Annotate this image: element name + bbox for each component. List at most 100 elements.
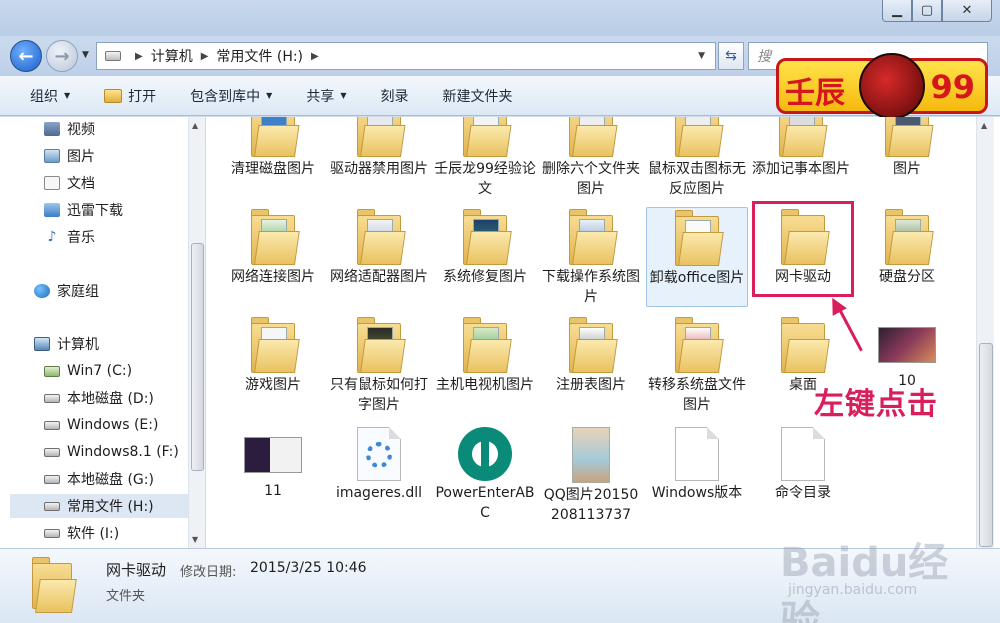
image-thumbnail	[878, 327, 936, 363]
file-name: 图片	[893, 161, 921, 177]
sidebar-item-videos[interactable]: 视频	[0, 117, 188, 141]
refresh-icon: ⇆	[725, 48, 737, 64]
sidebar-item-pictures[interactable]: 图片	[0, 144, 188, 168]
address-dropdown-icon[interactable]: ▼	[698, 51, 705, 61]
file-item[interactable]: PowerEnterABC	[434, 427, 536, 523]
chevron-right-icon[interactable]: ▶	[311, 51, 319, 62]
file-list: 清理磁盘图片 驱动器禁用图片 壬辰龙99经验论文 删除六个文件夹图片 鼠标双击图…	[206, 117, 1000, 548]
sidebar-item-label: 本地磁盘 (D:)	[67, 391, 154, 407]
address-bar[interactable]: ▶ 计算机 ▶ 常用文件 (H:) ▶ ▼	[96, 42, 716, 70]
documents-icon	[44, 176, 60, 190]
file-item[interactable]: 删除六个文件夹图片	[540, 117, 642, 199]
file-item[interactable]: 清理磁盘图片	[222, 117, 324, 179]
title-bar: ▁ ▢ ✕	[0, 0, 1000, 36]
file-item[interactable]: 驱动器禁用图片	[328, 117, 430, 179]
sidebar-item-thunder-download[interactable]: 迅雷下载	[0, 198, 188, 222]
sidebar-scrollbar[interactable]: ▲ ▼	[188, 117, 205, 548]
dragon-emblem-icon	[859, 53, 925, 119]
scroll-up-icon[interactable]: ▲	[192, 121, 198, 130]
sidebar-item-drive-c[interactable]: Win7 (C:)	[0, 359, 188, 383]
file-item[interactable]: 系统修复图片	[434, 209, 536, 287]
recent-pages-dropdown[interactable]: ▼	[82, 50, 89, 60]
brand-logo: 壬辰 99	[776, 53, 988, 119]
file-item[interactable]: 下载操作系统图片	[540, 209, 642, 307]
file-item[interactable]: 转移系统盘文件图片	[646, 317, 748, 415]
close-button[interactable]: ✕	[942, 0, 992, 22]
file-item[interactable]: QQ图片20150208113737	[540, 427, 642, 525]
file-item[interactable]: 网络连接图片	[222, 209, 324, 287]
file-item[interactable]: Windows版本	[646, 427, 748, 503]
folder-icon	[251, 317, 300, 373]
blank-file-icon	[781, 427, 825, 481]
include-library-button[interactable]: 包含到库中 ▼	[190, 86, 272, 106]
file-item[interactable]: 注册表图片	[540, 317, 642, 395]
sidebar-item-label: 家庭组	[57, 284, 99, 300]
caret-down-icon: ▼	[266, 91, 273, 100]
sidebar-item-music[interactable]: ♪ 音乐	[0, 225, 188, 249]
file-item[interactable]: imageres.dll	[328, 427, 430, 503]
window-controls: ▁ ▢ ✕	[882, 0, 992, 22]
selected-item-type: 文件夹	[106, 589, 146, 604]
annotation-left-click: 左键点击	[814, 387, 938, 422]
agricultural-bank-icon	[458, 427, 512, 481]
file-item[interactable]: 添加记事本图片	[750, 117, 852, 179]
sidebar-item-drive-g[interactable]: 本地磁盘 (G:)	[0, 467, 188, 491]
file-item[interactable]: 图片	[856, 117, 958, 179]
folder-icon	[463, 317, 512, 373]
forward-button[interactable]: →	[46, 40, 78, 72]
organize-label: 组织	[30, 88, 58, 105]
sidebar-item-label: Windows8.1 (F:)	[67, 444, 179, 460]
chevron-right-icon[interactable]: ▶	[201, 51, 209, 62]
video-icon	[44, 122, 60, 136]
file-item[interactable]: 网络适配器图片	[328, 209, 430, 287]
sidebar-item-drive-f[interactable]: Windows8.1 (F:)	[0, 440, 188, 464]
file-item[interactable]: 硬盘分区	[856, 209, 958, 287]
minimize-button[interactable]: ▁	[882, 0, 912, 22]
pictures-icon	[44, 149, 60, 163]
scroll-up-icon[interactable]: ▲	[981, 121, 987, 130]
new-folder-button[interactable]: 新建文件夹	[442, 86, 512, 106]
breadcrumb-drive-h[interactable]: 常用文件 (H:)	[216, 46, 303, 66]
folder-icon	[885, 117, 934, 157]
logo-text-left: 壬辰	[785, 76, 845, 111]
file-item[interactable]: 主机电视机图片	[434, 317, 536, 395]
details-pane: 网卡驱动 修改日期: 2015/3/25 10:46 文件夹	[0, 548, 1000, 623]
open-button[interactable]: 打开	[104, 86, 156, 106]
sidebar-item-drive-h[interactable]: 常用文件 (H:)	[10, 494, 188, 518]
file-item[interactable]: 游戏图片	[222, 317, 324, 395]
caret-down-icon: ▼	[64, 91, 71, 100]
burn-button[interactable]: 刻录	[380, 86, 408, 106]
breadcrumb-computer[interactable]: 计算机	[151, 46, 193, 66]
file-item[interactable]: 只有鼠标如何打字图片	[328, 317, 430, 415]
organize-button[interactable]: 组织 ▼	[30, 86, 70, 106]
sidebar-item-drive-d[interactable]: 本地磁盘 (D:)	[0, 386, 188, 410]
open-label: 打开	[128, 88, 157, 105]
file-item[interactable]: 11	[222, 427, 324, 501]
refresh-button[interactable]: ⇆	[718, 42, 744, 70]
sidebar-item-computer[interactable]: 计算机	[0, 332, 188, 356]
image-thumbnail	[244, 437, 302, 473]
maximize-button[interactable]: ▢	[912, 0, 942, 22]
sidebar-item-documents[interactable]: 文档	[0, 171, 188, 195]
sidebar-item-drive-i[interactable]: 软件 (I:)	[0, 521, 188, 545]
sidebar-item-drive-e[interactable]: Windows (E:)	[0, 413, 188, 437]
file-item[interactable]: 鼠标双击图标无反应图片	[646, 117, 748, 199]
sidebar-item-homegroup[interactable]: 家庭组	[0, 279, 188, 303]
folder-icon	[885, 209, 934, 265]
computer-icon	[34, 337, 50, 351]
scroll-down-icon[interactable]: ▼	[192, 535, 198, 544]
sidebar-scroll-thumb[interactable]	[191, 243, 204, 471]
file-item[interactable]: 命令目录	[752, 427, 854, 503]
back-button[interactable]: ←	[10, 40, 42, 72]
burn-label: 刻录	[380, 88, 409, 105]
file-name: imageres.dll	[335, 485, 423, 501]
file-item[interactable]: 卸载office图片	[646, 207, 748, 307]
open-icon	[104, 88, 123, 103]
sidebar-item-label: 常用文件 (H:)	[67, 499, 154, 515]
chevron-right-icon[interactable]: ▶	[135, 51, 143, 62]
share-button[interactable]: 共享 ▼	[306, 86, 346, 106]
content-scrollbar[interactable]: ▲	[976, 117, 994, 548]
file-item[interactable]: 壬辰龙99经验论文	[434, 117, 536, 199]
content-scroll-thumb[interactable]	[979, 343, 993, 547]
drive-icon	[44, 393, 60, 403]
